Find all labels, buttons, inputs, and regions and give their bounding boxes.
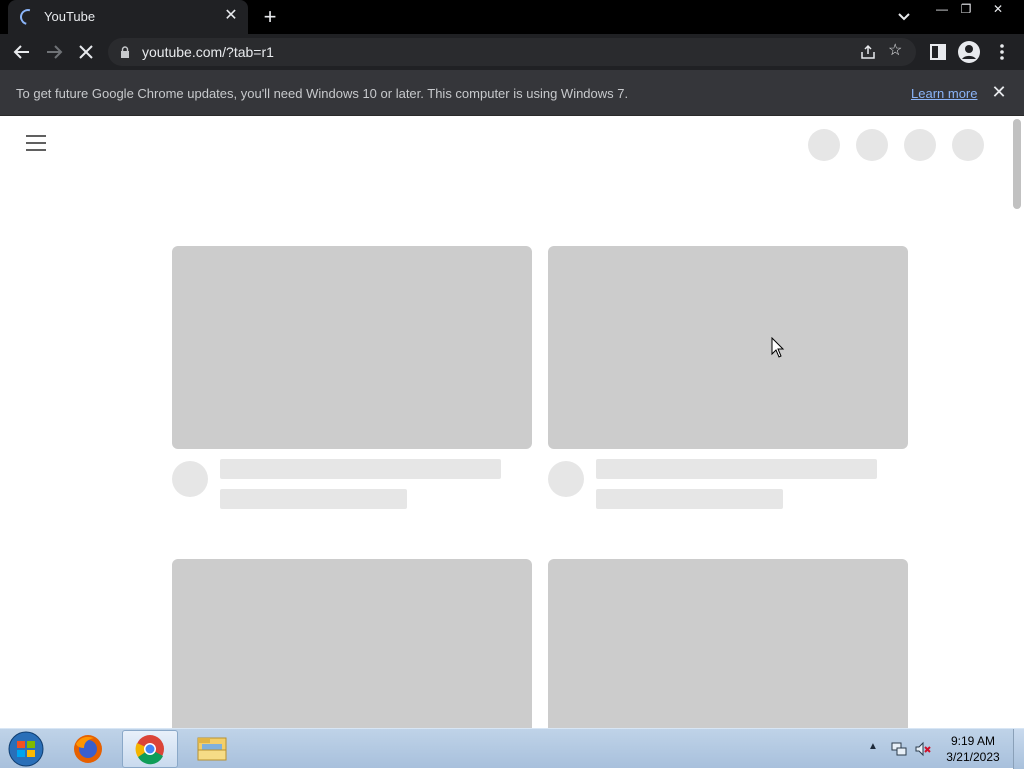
scrollbar-thumb[interactable] — [1013, 119, 1021, 209]
close-window-button[interactable]: ✕ — [982, 0, 1014, 18]
system-clock[interactable]: 9:19 AM 3/21/2023 — [938, 733, 1008, 765]
tab-strip: YouTube ✕ + — ❐ ✕ — [0, 0, 1024, 34]
forward-arrow-icon[interactable] — [42, 40, 66, 64]
tab-search-chevron-icon[interactable] — [894, 8, 914, 26]
restore-window-button[interactable]: ❐ — [950, 0, 982, 18]
header-placeholder-circle — [904, 129, 936, 161]
new-tab-icon[interactable]: + — [258, 5, 282, 29]
video-thumbnail-placeholder — [548, 559, 908, 728]
taskbar-firefox[interactable] — [60, 730, 116, 768]
network-icon[interactable] — [890, 740, 908, 758]
lock-icon[interactable] — [120, 46, 130, 58]
menu-hamburger-icon[interactable] — [26, 135, 46, 151]
address-bar[interactable]: youtube.com/?tab=r1 ☆ — [108, 38, 916, 66]
volume-muted-icon[interactable] — [914, 740, 932, 758]
tab-title: YouTube — [44, 9, 96, 24]
infobar-close-icon[interactable]: ✕ — [990, 83, 1008, 101]
taskbar-chrome[interactable] — [122, 730, 178, 768]
video-thumbnail-placeholder — [548, 246, 908, 449]
header-placeholder-circle — [808, 129, 840, 161]
video-thumbnail-placeholder — [172, 246, 532, 449]
share-icon[interactable] — [860, 44, 876, 60]
show-desktop-button[interactable] — [1013, 729, 1024, 769]
header-placeholder-circle — [856, 129, 888, 161]
bookmark-star-icon[interactable]: ☆ — [888, 42, 906, 60]
mouse-cursor-icon — [771, 337, 785, 358]
tab-youtube[interactable]: YouTube ✕ — [8, 0, 248, 34]
channel-avatar-placeholder — [548, 461, 584, 497]
learn-more-link[interactable]: Learn more — [911, 86, 977, 101]
firefox-icon — [74, 735, 102, 763]
start-orb-icon[interactable] — [6, 730, 46, 768]
video-meta-placeholder — [596, 489, 783, 509]
url-text[interactable]: youtube.com/?tab=r1 — [142, 44, 274, 60]
chrome-icon — [135, 735, 164, 765]
tray-expand-icon[interactable]: ▲ — [868, 741, 878, 752]
tab-close-icon[interactable]: ✕ — [222, 7, 240, 25]
side-panel-icon[interactable] — [926, 40, 950, 64]
browser-toolbar: youtube.com/?tab=r1 ☆ — [0, 34, 1024, 70]
video-meta-placeholder — [220, 489, 407, 509]
infobar-message: To get future Google Chrome updates, you… — [16, 86, 629, 101]
video-thumbnail-placeholder — [172, 559, 532, 728]
page-content — [0, 117, 1024, 728]
loading-spinner-icon — [17, 6, 39, 28]
stop-loading-icon[interactable] — [74, 40, 98, 64]
windows-taskbar: ▲ 9:19 AM 3/21/2023 — [0, 728, 1024, 769]
profile-avatar-icon[interactable] — [957, 40, 981, 64]
back-arrow-icon[interactable] — [10, 40, 34, 64]
folder-icon — [197, 737, 227, 761]
header-placeholder-circle — [952, 129, 984, 161]
clock-date: 3/21/2023 — [946, 750, 1000, 764]
clock-time: 9:19 AM — [950, 734, 996, 748]
update-infobar: To get future Google Chrome updates, you… — [0, 70, 1024, 116]
video-title-placeholder — [220, 459, 501, 479]
more-menu-icon[interactable] — [990, 40, 1014, 64]
page-scrollbar[interactable] — [1010, 117, 1024, 728]
video-title-placeholder — [596, 459, 877, 479]
channel-avatar-placeholder — [172, 461, 208, 497]
taskbar-file-explorer[interactable] — [184, 730, 240, 768]
